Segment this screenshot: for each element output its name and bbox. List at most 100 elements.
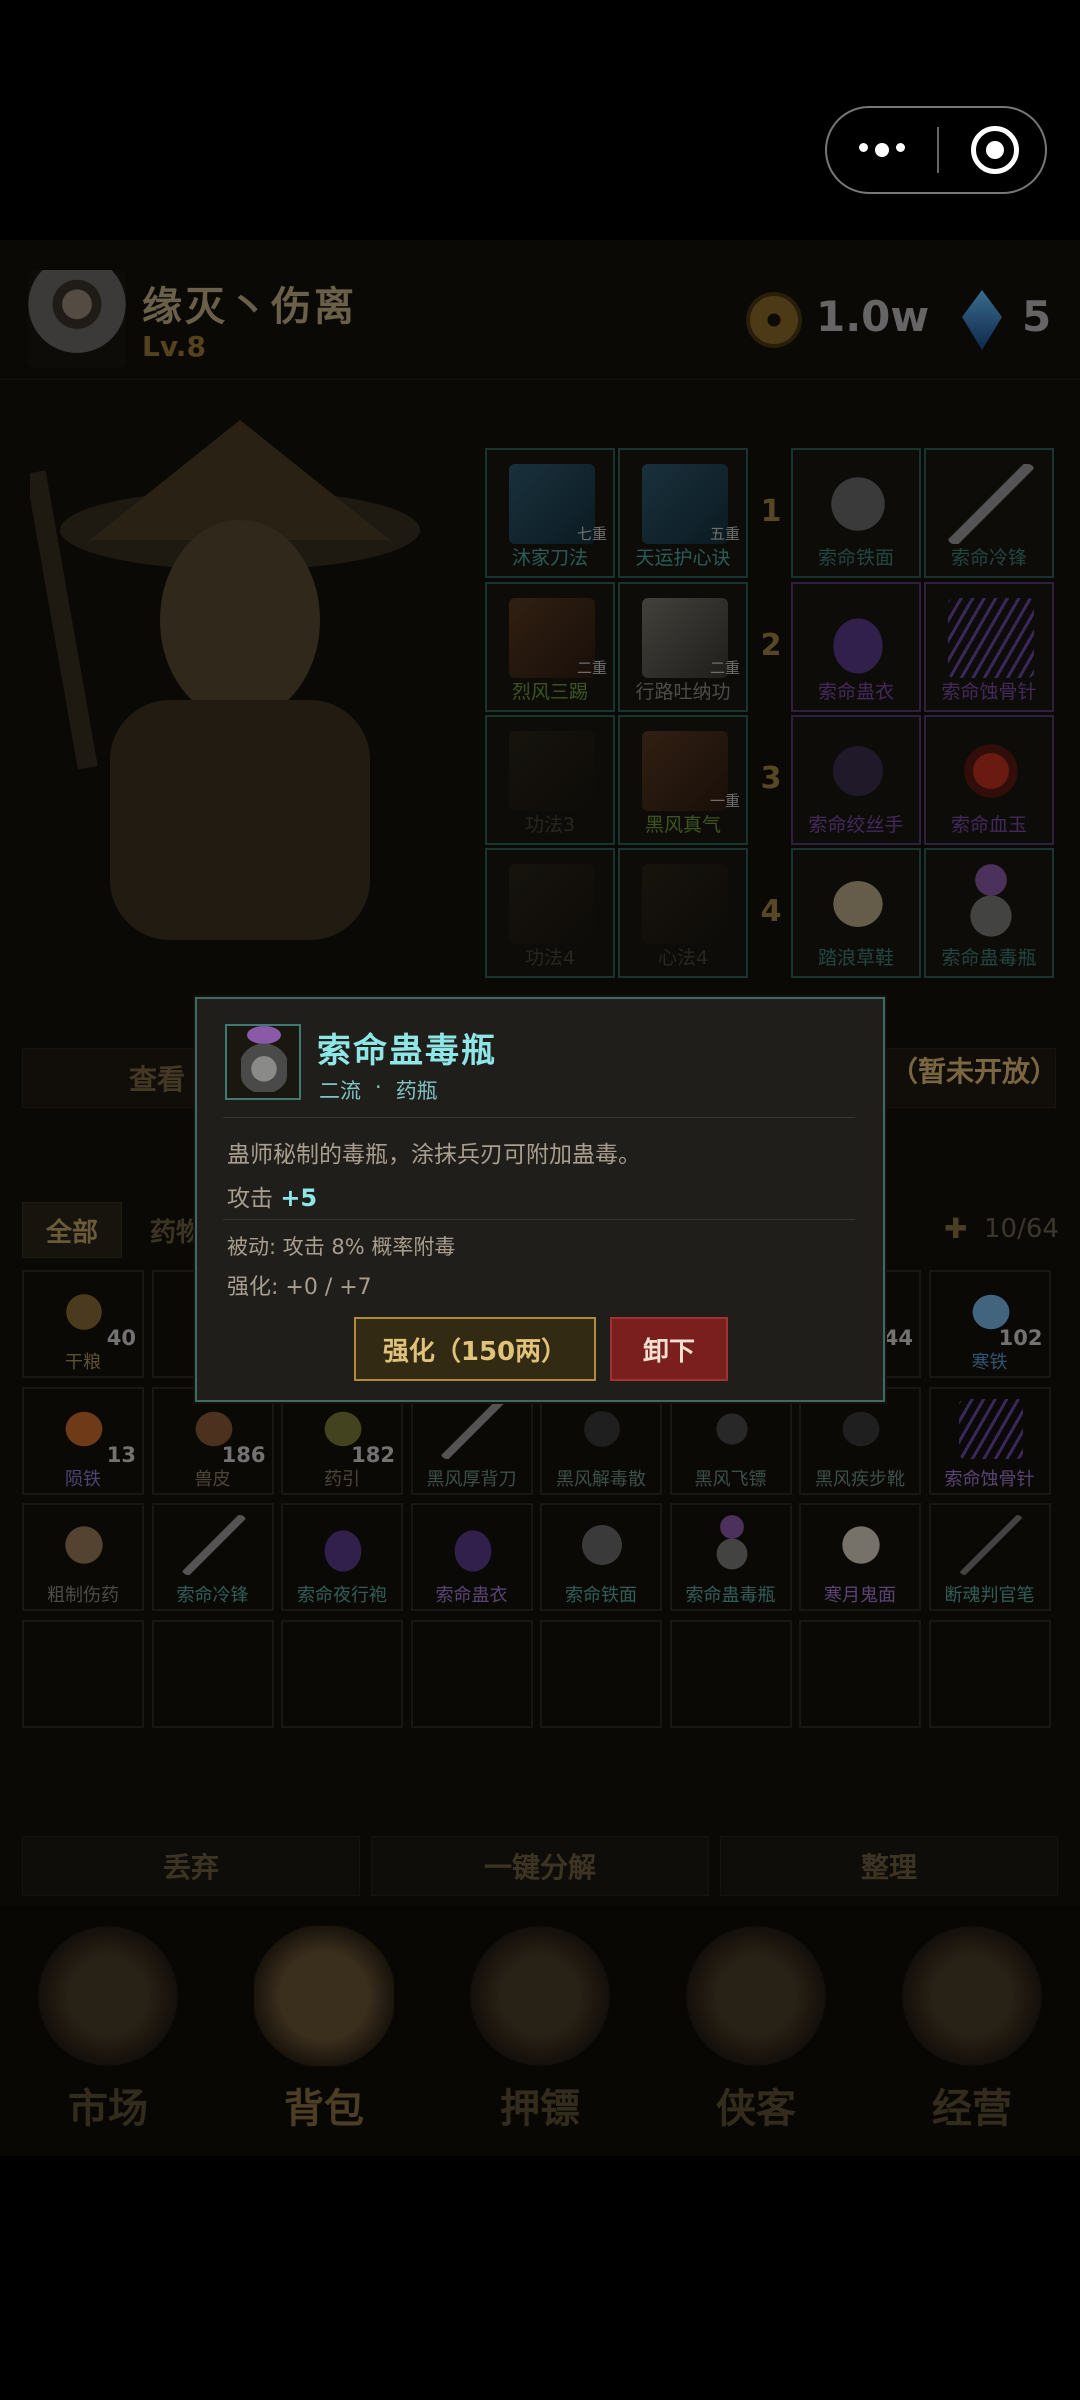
blade-icon: [948, 464, 1034, 544]
not-open-label: （暂未开放）: [890, 1055, 1059, 1088]
item-count: 182: [351, 1442, 395, 1467]
equipment-slot[interactable]: 索命绞丝手: [791, 715, 921, 845]
inventory-item[interactable]: 索命冷锋: [151, 1503, 274, 1611]
inventory-empty-slot[interactable]: [281, 1619, 403, 1728]
inventory-item[interactable]: 兽皮 186: [151, 1386, 274, 1495]
inventory-item[interactable]: 断魂判官笔: [928, 1503, 1051, 1611]
inventory-empty-slot[interactable]: [669, 1619, 792, 1728]
demon-mask-icon: [829, 1515, 893, 1575]
skill-slot[interactable]: 功法3: [485, 715, 615, 845]
equipment-slot[interactable]: 索命蚀骨针: [924, 582, 1054, 712]
jar-icon: [52, 1515, 116, 1575]
skill-slot[interactable]: 黑风真气 一重: [618, 715, 748, 845]
inventory-item[interactable]: 索命铁面: [540, 1503, 662, 1611]
skill-name: 沐家刀法: [511, 547, 588, 569]
nav-label: 押镖: [500, 2086, 580, 2132]
item-name: 药引: [324, 1468, 360, 1490]
filter-all-tab[interactable]: 全部: [22, 1202, 122, 1258]
inventory-item[interactable]: 索命蛊毒瓶: [669, 1503, 792, 1611]
inventory-item[interactable]: 药引 182: [281, 1386, 403, 1495]
skill-name: 功法3: [524, 814, 576, 836]
inventory-item[interactable]: 寒铁 102: [928, 1270, 1051, 1378]
enhance-button[interactable]: 强化（150两）: [354, 1317, 596, 1381]
item-grade: 二流: [319, 1079, 361, 1103]
item-name: 黑风疾步靴: [815, 1468, 905, 1490]
skill-tier: 二重: [576, 659, 607, 677]
skill-slot[interactable]: 天运护心诀 五重: [618, 448, 748, 578]
equipment-name: 索命铁面: [817, 547, 894, 569]
nav-swordsman[interactable]: 侠客: [648, 1906, 864, 2156]
inventory-item[interactable]: 黑风飞镖: [669, 1386, 792, 1495]
inventory-item[interactable]: 陨铁 13: [22, 1386, 144, 1495]
inventory-item[interactable]: 黑风厚背刀: [410, 1386, 533, 1495]
expand-plus-icon[interactable]: ✚: [944, 1212, 967, 1245]
discard-button[interactable]: 丢弃: [22, 1836, 360, 1896]
decompose-button[interactable]: 一键分解: [371, 1836, 709, 1896]
more-menu-icon[interactable]: [827, 143, 937, 157]
equipment-name: 索命蛊毒瓶: [941, 947, 1037, 969]
nav-escort-flag[interactable]: 押镖: [432, 1906, 648, 2156]
equipment-name: 索命蛊衣: [817, 681, 894, 703]
inventory-empty-slot[interactable]: [151, 1619, 274, 1728]
equipment-slot[interactable]: 踏浪草鞋: [791, 848, 921, 978]
swordsman-icon: [686, 1926, 826, 2066]
inventory-item[interactable]: 黑风解毒散: [540, 1386, 662, 1495]
inventory-empty-slot[interactable]: [540, 1619, 662, 1728]
equipment-slot[interactable]: 索命血玉: [924, 715, 1054, 845]
avatar[interactable]: [28, 270, 126, 368]
equipment-slot[interactable]: 索命蛊衣: [791, 582, 921, 712]
hero-portrait: [25, 410, 450, 970]
item-name: 索命冷锋: [176, 1585, 249, 1606]
item-name: 寒月鬼面: [824, 1585, 896, 1606]
skill-tier: 一重: [709, 792, 740, 810]
item-name: 索命铁面: [565, 1585, 637, 1606]
skill-slot[interactable]: 烈风三踢 二重: [485, 582, 615, 712]
view-button-label: 查看: [129, 1063, 186, 1096]
row-number: 4: [760, 894, 782, 929]
equipment-slot[interactable]: 索命铁面: [791, 448, 921, 578]
backpack-icon: [254, 1926, 394, 2066]
inventory-item[interactable]: 索命蚀骨针: [928, 1386, 1051, 1495]
equipment-slot[interactable]: 索命蛊毒瓶: [924, 848, 1054, 978]
row-number: 1: [760, 494, 782, 529]
inventory-item[interactable]: 黑风疾步靴: [799, 1386, 921, 1495]
skill-slot[interactable]: 心法4: [618, 848, 748, 978]
skill-slot[interactable]: 功法4: [485, 848, 615, 978]
equipment-name: 索命血玉: [950, 814, 1027, 836]
jade-icon: [948, 731, 1034, 811]
close-miniprogram-icon[interactable]: [971, 126, 1019, 174]
inventory-empty-slot[interactable]: [410, 1619, 533, 1728]
nav-business-building[interactable]: 经营: [864, 1906, 1080, 2156]
player-level: Lv.8: [142, 330, 206, 363]
inventory-empty-slot[interactable]: [799, 1619, 921, 1728]
powder-icon: [570, 1398, 634, 1459]
skill-slot[interactable]: 行路吐纳功 二重: [618, 582, 748, 712]
inventory-item[interactable]: 索命蛊衣: [410, 1503, 533, 1611]
business-building-icon: [902, 1926, 1042, 2066]
item-enhance-level: 强化: +0 / +7: [227, 1275, 372, 1300]
nav-backpack[interactable]: 背包: [216, 1906, 432, 2156]
sort-button[interactable]: 整理: [720, 1836, 1058, 1896]
inventory-item[interactable]: 干粮 40: [22, 1270, 144, 1378]
inventory-item[interactable]: 索命夜行袍: [281, 1503, 403, 1611]
escort-flag-icon: [470, 1926, 610, 2066]
blade-icon: [440, 1398, 505, 1459]
attack-label: 攻击: [227, 1186, 273, 1212]
nav-label: 侠客: [716, 2086, 796, 2132]
equipment-slot[interactable]: 索命冷锋: [924, 448, 1054, 578]
blade-icon: [181, 1515, 246, 1575]
skill-slot[interactable]: 沐家刀法 七重: [485, 448, 615, 578]
nav-market[interactable]: 市场: [0, 1906, 216, 2156]
nav-label: 背包: [284, 2086, 364, 2132]
unequip-button[interactable]: 卸下: [610, 1317, 728, 1381]
item-detail-popup: 索命蛊毒瓶 二流 · 药瓶 蛊师秘制的毒瓶，涂抹兵刃可附加蛊毒。 攻击 +5 被…: [195, 997, 885, 1402]
inventory-item[interactable]: 寒月鬼面: [799, 1503, 921, 1611]
inventory-item[interactable]: 粗制伤药: [22, 1503, 144, 1611]
gold-amount: 1.0w: [816, 292, 930, 341]
inventory-empty-slot[interactable]: [22, 1619, 144, 1728]
poison-bottle-icon: [225, 1024, 301, 1100]
inventory-empty-slot[interactable]: [928, 1619, 1051, 1728]
bag-actions: 丢弃 一键分解 整理: [22, 1836, 1058, 1896]
mask-icon: [570, 1515, 634, 1575]
item-passive: 被动: 攻击 8% 概率附毒: [227, 1235, 456, 1259]
